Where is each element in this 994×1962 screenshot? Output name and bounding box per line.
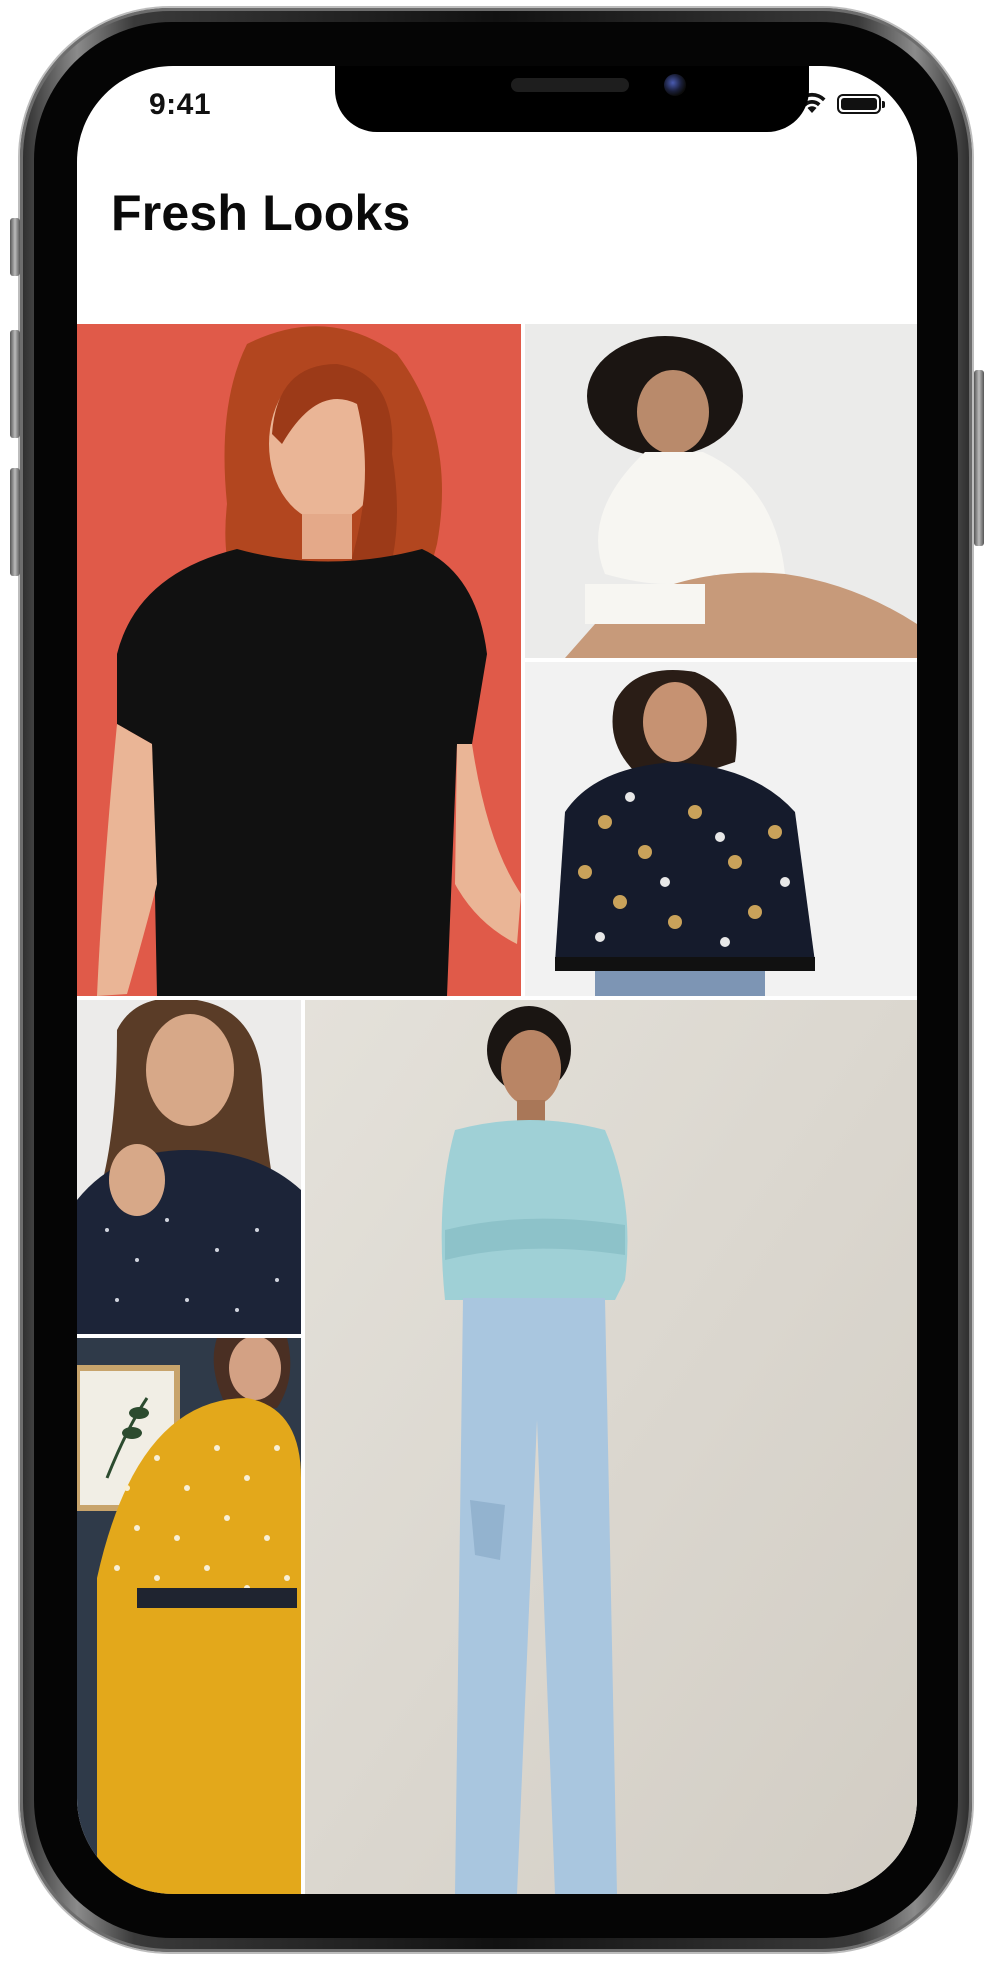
look-blue-sweater[interactable] (305, 1000, 917, 1894)
volume-down-button (10, 468, 20, 576)
notch (335, 66, 809, 132)
look-yellow-dot-blouse-photo (77, 1338, 301, 1894)
front-camera-icon (664, 74, 686, 96)
look-navy-dot-shirt-photo (77, 1000, 301, 1334)
volume-up-button (10, 330, 20, 438)
look-black-tee-photo (77, 324, 521, 996)
look-white-turtleneck-photo (525, 324, 917, 658)
look-white-turtleneck[interactable] (525, 324, 917, 658)
mute-switch (10, 218, 20, 276)
look-yellow-dot-blouse[interactable] (77, 1338, 301, 1894)
power-button (974, 370, 984, 546)
page-title: Fresh Looks (111, 185, 411, 241)
speaker-grille (511, 78, 629, 92)
look-blue-sweater-photo (305, 1000, 917, 1894)
look-navy-dot-shirt[interactable] (77, 1000, 301, 1334)
status-time: 9:41 (149, 88, 212, 121)
look-black-tee[interactable] (77, 324, 521, 996)
battery-icon (837, 94, 885, 114)
look-printed-bomber[interactable] (525, 662, 917, 996)
looks-gallery (77, 324, 917, 1894)
look-printed-bomber-photo (525, 662, 917, 996)
phone-screen: 9:41 Fresh Looks (77, 66, 917, 1894)
